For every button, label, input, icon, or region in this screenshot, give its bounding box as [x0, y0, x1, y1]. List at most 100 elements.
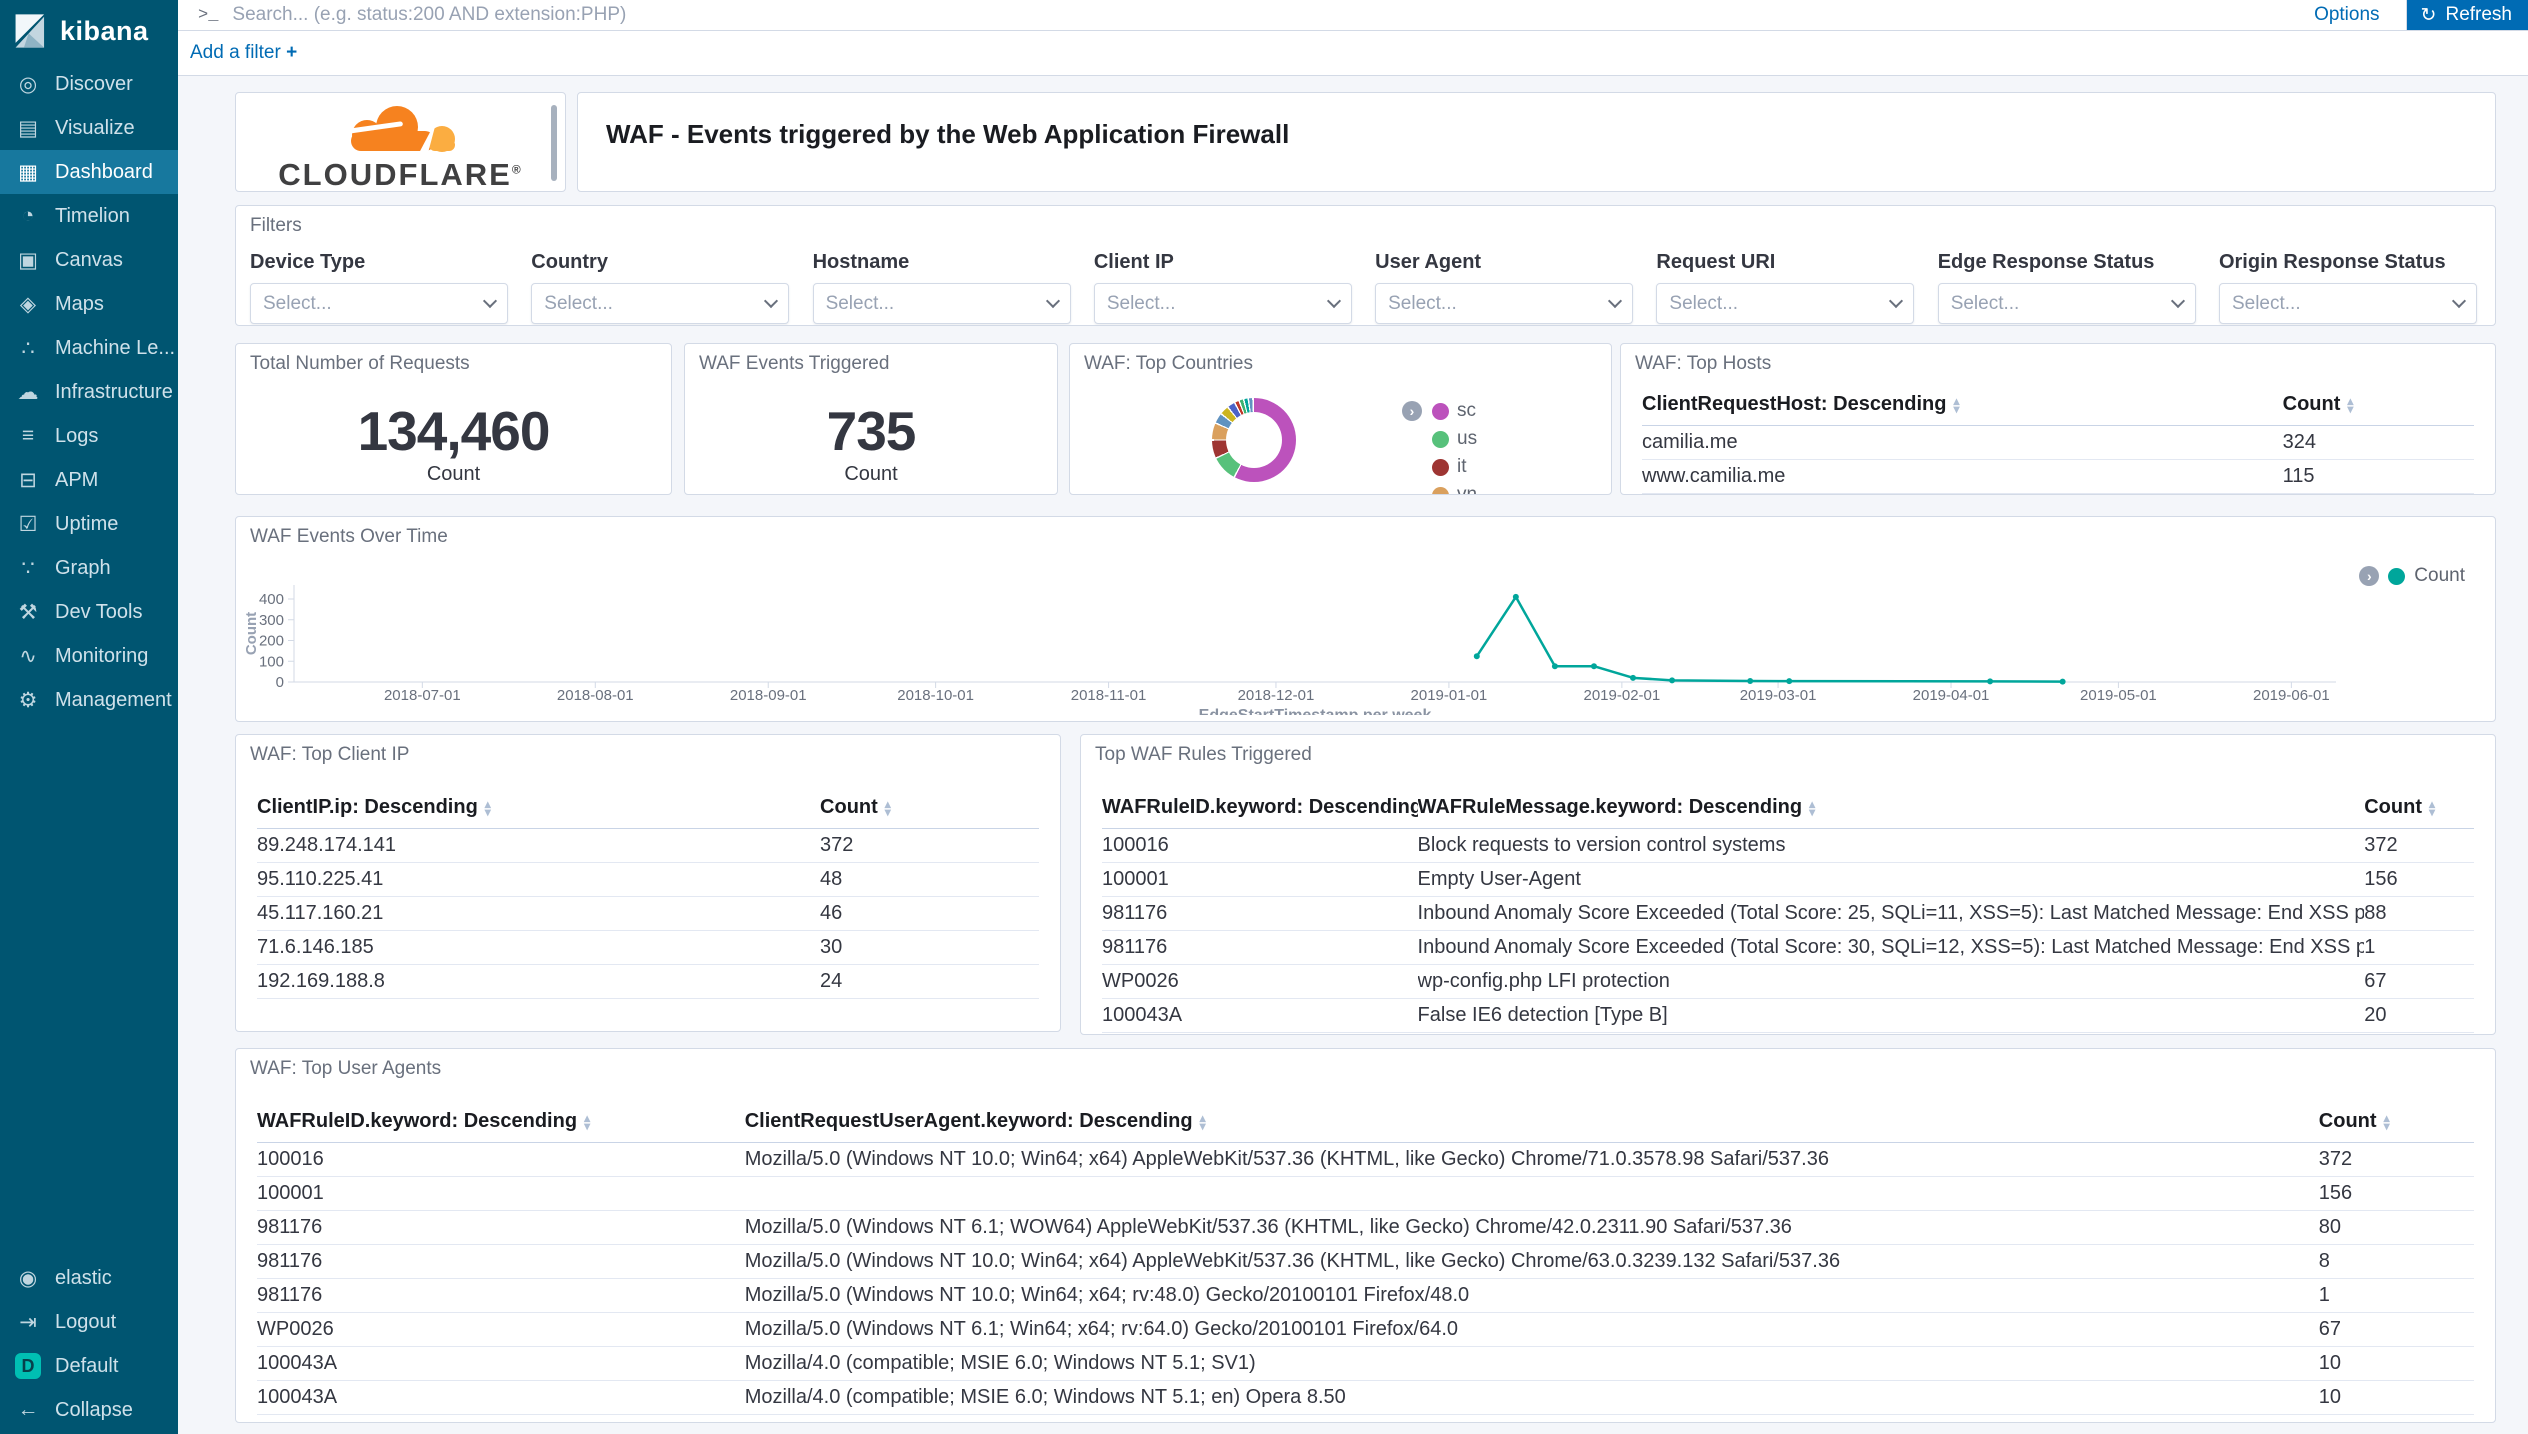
sidebar-item-label: Canvas	[55, 249, 123, 272]
sidebar-item-uptime[interactable]: ☑Uptime	[0, 502, 178, 546]
sidebar-item-elastic[interactable]: ◉elastic	[0, 1256, 178, 1300]
donut-chart[interactable]	[1212, 398, 1296, 482]
table-row: 95.110.225.4148	[257, 863, 1039, 897]
y-tick-label: 400	[259, 591, 284, 608]
panel-title: WAF Events Triggered	[685, 344, 1057, 375]
table-cell: 100001	[257, 1177, 745, 1211]
sidebar-item-machine-learning[interactable]: ∴Machine Le...	[0, 326, 178, 370]
maps-icon: ◈	[15, 292, 41, 317]
cloudflare-logo-panel: CLOUDFLARE®	[235, 92, 566, 192]
data-point[interactable]	[1747, 678, 1753, 684]
table-row: 45.117.160.2146	[257, 897, 1039, 931]
data-point[interactable]	[1786, 678, 1792, 684]
table-cell: 156	[2364, 863, 2474, 897]
sort-icon[interactable]: ▴▾	[2429, 800, 2435, 816]
column-header[interactable]: Count ▴▾	[820, 788, 1039, 829]
chevron-down-icon	[764, 294, 778, 308]
monitoring-icon: ∿	[15, 644, 41, 669]
sidebar-item-logout[interactable]: ⇥Logout	[0, 1300, 178, 1344]
data-point[interactable]	[1669, 677, 1675, 683]
legend-item-us[interactable]: us	[1432, 428, 1477, 450]
kibana-logo[interactable]: kibana	[0, 0, 178, 62]
filter-label: Edge Response Status	[1938, 251, 2196, 274]
table-row: 100043AFalse IE6 detection [Type B]20	[1102, 999, 2474, 1033]
column-header[interactable]: WAFRuleID.keyword: Descending▴▾	[1102, 788, 1418, 829]
sidebar-item-monitoring[interactable]: ∿Monitoring	[0, 634, 178, 678]
legend-label: Count	[2414, 565, 2465, 587]
sidebar-item-discover[interactable]: ◎Discover	[0, 62, 178, 106]
filter-select-user-agent[interactable]: Select...	[1375, 283, 1633, 324]
column-header[interactable]: Count▴▾	[2319, 1102, 2474, 1143]
refresh-button[interactable]: ↻ Refresh	[2407, 0, 2528, 30]
dashboard-title-panel: WAF - Events triggered by the Web Applic…	[577, 92, 2496, 192]
column-header-label: Count	[820, 796, 878, 818]
sort-icon[interactable]: ▴▾	[584, 1114, 590, 1130]
legend-item-vn[interactable]: vn	[1432, 484, 1477, 495]
legend-item-it[interactable]: it	[1432, 456, 1477, 478]
data-point[interactable]	[1474, 653, 1480, 659]
select-placeholder: Select...	[1107, 293, 1176, 315]
legend-dot	[1432, 431, 1449, 448]
sort-icon[interactable]: ▴▾	[2347, 397, 2353, 413]
sort-icon[interactable]: ▴▾	[885, 800, 891, 816]
legend-item-sc[interactable]: ›sc	[1432, 400, 1477, 422]
sidebar-item-default-space[interactable]: DDefault	[0, 1344, 178, 1388]
sidebar-item-dashboard[interactable]: ▦Dashboard	[0, 150, 178, 194]
sidebar-item-maps[interactable]: ◈Maps	[0, 282, 178, 326]
table-cell: Inbound Anomaly Score Exceeded (Total Sc…	[1418, 897, 2365, 931]
sort-icon[interactable]: ▴▾	[485, 800, 491, 816]
column-header[interactable]: ClientRequestUserAgent.keyword: Descendi…	[745, 1102, 2319, 1143]
sort-icon[interactable]: ▴▾	[2384, 1114, 2390, 1130]
filter-select-origin-response-status[interactable]: Select...	[2219, 283, 2477, 324]
filter-select-client-ip[interactable]: Select...	[1094, 283, 1352, 324]
filter-select-edge-response-status[interactable]: Select...	[1938, 283, 2196, 324]
data-point[interactable]	[1591, 663, 1597, 669]
sidebar-item-management[interactable]: ⚙Management	[0, 678, 178, 722]
data-point[interactable]	[1987, 678, 1993, 684]
legend-collapse-icon[interactable]: ›	[2359, 566, 2379, 586]
sort-icon[interactable]: ▴▾	[1200, 1114, 1206, 1130]
column-header[interactable]: WAFRuleID.keyword: Descending▴▾	[257, 1102, 745, 1143]
data-point[interactable]	[1513, 594, 1519, 600]
x-tick-label: 2018-07-01	[384, 687, 461, 704]
sidebar-item-visualize[interactable]: ▤Visualize	[0, 106, 178, 150]
sidebar-item-graph[interactable]: ∵Graph	[0, 546, 178, 590]
chart-legend[interactable]: › Count	[2359, 565, 2465, 587]
dashboard-icon: ▦	[15, 160, 41, 185]
filter-select-request-uri[interactable]: Select...	[1656, 283, 1914, 324]
column-header[interactable]: Count ▴▾	[2283, 385, 2474, 426]
sidebar-item-infrastructure[interactable]: ☁Infrastructure	[0, 370, 178, 414]
sort-icon[interactable]: ▴▾	[1953, 397, 1959, 413]
top-client-ip-table: ClientIP.ip: Descending▴▾Count▴▾89.248.1…	[257, 788, 1039, 999]
column-header[interactable]: WAFRuleMessage.keyword: Descending▴▾	[1418, 788, 2365, 829]
logs-icon: ≡	[15, 424, 41, 448]
search-input[interactable]: Search... (e.g. status:200 AND extension…	[232, 4, 2288, 26]
events-line-chart[interactable]: 01002003004002018-07-012018-08-012018-09…	[236, 535, 2495, 715]
legend-collapse-icon[interactable]: ›	[1402, 401, 1422, 421]
filter-bar: Add a filter +	[178, 31, 2528, 76]
sort-icon[interactable]: ▴▾	[1809, 800, 1815, 816]
filter-select-country[interactable]: Select...	[531, 283, 789, 324]
filter-select-hostname[interactable]: Select...	[813, 283, 1071, 324]
sidebar-item-dev-tools[interactable]: ⚒Dev Tools	[0, 590, 178, 634]
sidebar-item-apm[interactable]: ⊟APM	[0, 458, 178, 502]
y-tick-label: 0	[276, 674, 284, 691]
column-header[interactable]: ClientRequestHost: Descending▴▾	[1642, 385, 2283, 426]
default-space-badge-icon: D	[15, 1353, 41, 1379]
column-header-label: Count	[2283, 393, 2341, 415]
sidebar-item-canvas[interactable]: ▣Canvas	[0, 238, 178, 282]
filter-select-device-type[interactable]: Select...	[250, 283, 508, 324]
add-filter-button[interactable]: Add a filter +	[190, 42, 297, 64]
data-point[interactable]	[1552, 663, 1558, 669]
options-button[interactable]: Options	[2288, 4, 2405, 26]
data-point[interactable]	[1630, 675, 1636, 681]
sidebar-item-collapse[interactable]: ←Collapse	[0, 1388, 178, 1432]
column-header[interactable]: ClientIP.ip: Descending▴▾	[257, 788, 820, 829]
column-header[interactable]: Count▴▾	[2364, 788, 2474, 829]
sidebar-item-logs[interactable]: ≡Logs	[0, 414, 178, 458]
select-placeholder: Select...	[544, 293, 613, 315]
data-point[interactable]	[2060, 679, 2066, 685]
panel-scrollbar[interactable]	[551, 105, 557, 181]
select-placeholder: Select...	[2232, 293, 2301, 315]
sidebar-item-timelion[interactable]: ◔Timelion	[0, 194, 178, 238]
